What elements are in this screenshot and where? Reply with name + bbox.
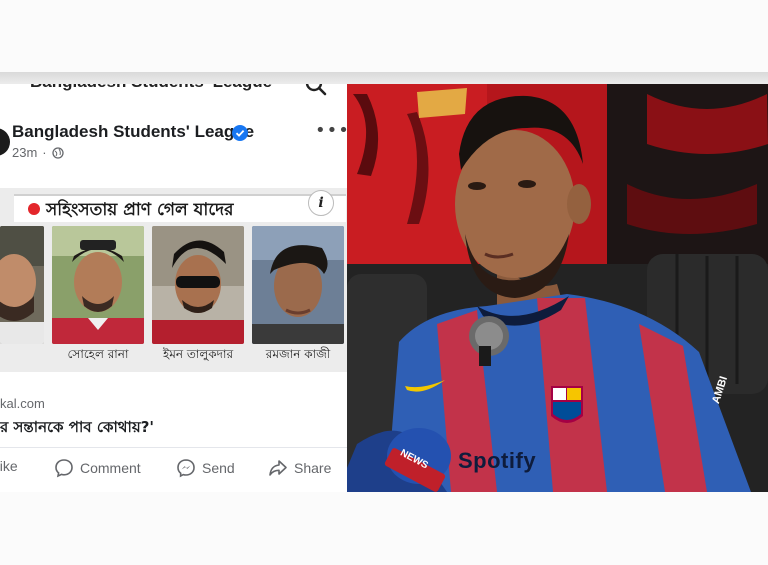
globe-icon [51,146,64,159]
person-photo-4 [252,226,344,344]
person-caption-4: রমজান কাজী [265,347,331,361]
link-title[interactable]: র সন্তানকে পাব কোথায়?' [0,416,154,441]
person-photo-1 [0,226,44,344]
person-photo-3 [152,226,244,344]
send-button[interactable]: Send [176,458,235,478]
info-button[interactable]: i [308,190,334,216]
actions-divider [0,447,347,448]
link-domain[interactable]: kal.com [0,396,45,411]
facebook-post: Bangladesh Students' League Bangladesh S… [0,84,347,492]
banner-text: সহিংসতায় প্রাণ গেল যাদের [46,200,234,220]
shirt-sponsor: Spotify [458,448,537,473]
comment-label: Comment [80,460,141,476]
comment-icon [55,459,73,478]
header-title: Bangladesh Students' League [30,84,272,92]
person-caption-3: ইমন তালুকদার [162,347,234,361]
share-button[interactable]: Share [268,458,331,478]
person-photo-2 [52,226,144,344]
comment-button[interactable]: Comment [54,458,141,478]
share-label: Share [294,460,332,476]
search-icon[interactable] [305,84,327,96]
person-caption-2: সোহেল রানা [67,347,129,361]
bottom-margin [0,492,768,565]
interview-photo [347,84,768,492]
more-options-button[interactable]: ••• [315,120,347,141]
top-divider [0,72,768,84]
send-label: Send [202,460,235,476]
post-time[interactable]: 23m [12,145,37,160]
like-label: Like [0,458,18,474]
red-dot-icon [28,203,40,215]
verified-badge-icon [232,125,248,141]
messenger-icon [177,459,195,478]
top-margin [0,0,768,72]
news-banner: সহিংসতায় প্রাণ গেল যাদের [14,194,346,222]
like-button[interactable]: Like [0,458,18,474]
share-icon [269,460,287,476]
post-meta: 23m · [12,145,64,160]
page-name[interactable]: Bangladesh Students' League [12,122,254,142]
page-avatar[interactable] [0,128,10,156]
